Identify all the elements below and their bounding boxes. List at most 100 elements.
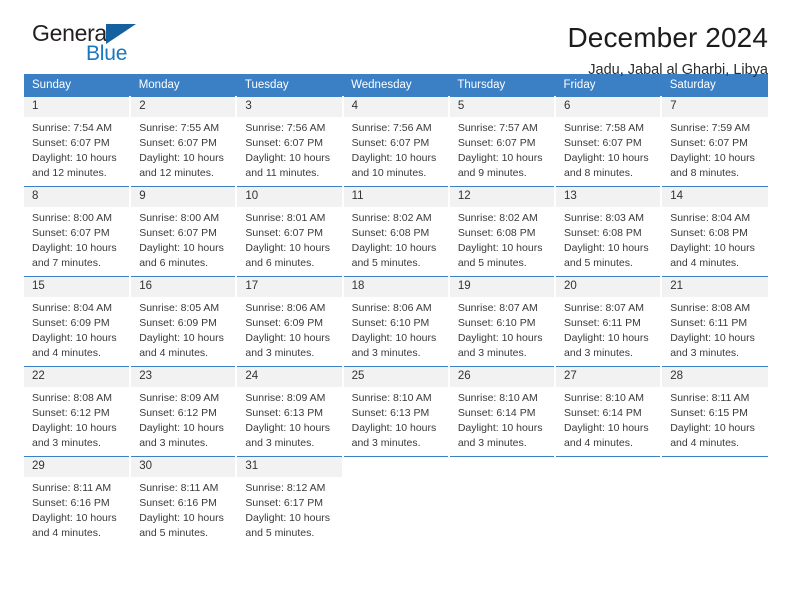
sunset-time: Sunset: 6:07 PM — [351, 136, 430, 149]
general-blue-logo[interactable]: General Blue — [24, 22, 164, 70]
calendar-day-cell[interactable]: 1 Sunrise: 7:54 AM Sunset: 6:07 PM Daylight… — [24, 96, 132, 187]
sunset-time: Sunset: 6:16 PM — [139, 496, 217, 509]
day-details: Sunrise: 7:54 AM Sunset: 6:07 PM Daylight:… — [24, 117, 129, 181]
calendar-day-cell[interactable]: 17 Sunrise: 8:06 AM Sunset: 6:09 PM Dayligh… — [236, 276, 344, 367]
calendar-day-cell[interactable]: 6 Sunrise: 7:58 AM Sunset: 6:07 PM Daylight… — [555, 96, 663, 187]
calendar-day-cell[interactable]: 13 Sunrise: 8:03 AM Sunset: 6:08 PM Dayligh… — [555, 186, 663, 277]
day-number: 3 — [237, 97, 342, 117]
calendar-day-cell[interactable]: 15 Sunrise: 8:04 AM Sunset: 6:09 PM Dayligh… — [24, 276, 132, 367]
calendar-day-cell[interactable]: 16 Sunrise: 8:05 AM Sunset: 6:09 PM Dayligh… — [130, 276, 238, 367]
daylight-duration: Daylight: 10 hours and 3 minutes. — [564, 331, 649, 359]
daylight-duration: Daylight: 10 hours and 5 minutes. — [245, 511, 331, 539]
day-number: 25 — [343, 367, 448, 387]
daylight-duration: Daylight: 10 hours and 3 minutes. — [351, 421, 437, 449]
day-number: 26 — [449, 367, 555, 387]
calendar-day-cell[interactable]: 30 Sunrise: 8:11 AM Sunset: 6:16 PM Dayligh… — [130, 456, 238, 547]
weekday-header-thursday: Thursday — [448, 74, 556, 97]
calendar-day-cell[interactable]: 4 Sunrise: 7:56 AM Sunset: 6:07 PM Daylight… — [342, 96, 450, 187]
day-details: Sunrise: 8:09 AM Sunset: 6:13 PM Daylight:… — [237, 387, 341, 451]
calendar-day-cell[interactable]: 26 Sunrise: 8:10 AM Sunset: 6:14 PM Dayligh… — [448, 366, 557, 457]
calendar-day-cell[interactable]: 8 Sunrise: 8:00 AM Sunset: 6:07 PM Daylight… — [24, 186, 132, 277]
calendar-day-cell[interactable]: 31 Sunrise: 8:12 AM Sunset: 6:17 PM Dayligh… — [236, 456, 344, 547]
page-title: December 2024 — [567, 22, 768, 53]
sunrise-time: Sunrise: 8:01 AM — [245, 211, 326, 224]
sunset-time: Sunset: 6:17 PM — [245, 496, 324, 509]
calendar-day-cell[interactable]: 21 Sunrise: 8:08 AM Sunset: 6:11 PM Dayligh… — [661, 276, 768, 367]
location-subtitle: Jadu, Jabal al Gharbi, Libya — [588, 61, 768, 78]
calendar-day-cell[interactable]: 25 Sunrise: 8:10 AM Sunset: 6:13 PM Dayligh… — [342, 366, 450, 457]
calendar-day-cell[interactable]: 12 Sunrise: 8:02 AM Sunset: 6:08 PM Dayligh… — [448, 186, 557, 277]
sunset-time: Sunset: 6:09 PM — [139, 316, 217, 329]
day-details: Sunrise: 8:10 AM Sunset: 6:14 PM Daylight:… — [556, 387, 660, 451]
sunrise-time: Sunrise: 8:02 AM — [351, 211, 432, 224]
day-details: Sunrise: 7:56 AM Sunset: 6:07 PM Daylight:… — [344, 117, 448, 181]
day-number: 14 — [662, 187, 768, 207]
day-details: Sunrise: 8:10 AM Sunset: 6:14 PM Daylight:… — [450, 387, 554, 451]
day-cell-inner: 29 Sunrise: 8:11 AM Sunset: 6:16 PM Dayligh… — [24, 457, 130, 546]
calendar-day-cell[interactable]: 2 Sunrise: 7:55 AM Sunset: 6:07 PM Daylight… — [130, 96, 238, 187]
calendar-day-cell[interactable]: 22 Sunrise: 8:08 AM Sunset: 6:12 PM Dayligh… — [24, 366, 132, 457]
day-details: Sunrise: 8:04 AM Sunset: 6:09 PM Daylight:… — [24, 297, 129, 361]
day-number: 4 — [343, 97, 448, 117]
day-number: 23 — [131, 367, 236, 387]
calendar-day-cell[interactable]: 27 Sunrise: 8:10 AM Sunset: 6:14 PM Dayligh… — [555, 366, 663, 457]
day-details: Sunrise: 7:59 AM Sunset: 6:07 PM Daylight:… — [662, 117, 767, 181]
calendar-day-cell[interactable]: 14 Sunrise: 8:04 AM Sunset: 6:08 PM Dayligh… — [661, 186, 768, 277]
day-number: 2 — [131, 97, 236, 117]
sunset-time: Sunset: 6:11 PM — [564, 316, 641, 329]
calendar-day-cell[interactable]: 29 Sunrise: 8:11 AM Sunset: 6:16 PM Dayligh… — [24, 456, 132, 547]
title-block: December 2024 Jadu, Jabal al Gharbi, Lib… — [567, 22, 768, 79]
calendar-day-cell[interactable]: 7 Sunrise: 7:59 AM Sunset: 6:07 PM Daylight… — [661, 96, 768, 187]
calendar-day-cell[interactable]: 18 Sunrise: 8:06 AM Sunset: 6:10 PM Dayligh… — [342, 276, 450, 367]
day-number: 19 — [449, 277, 555, 297]
sunrise-sunset-calendar: Sunday Monday Tuesday Wednesday Thursday… — [24, 74, 769, 547]
calendar-day-cell[interactable]: 10 Sunrise: 8:01 AM Sunset: 6:07 PM Dayligh… — [236, 186, 344, 277]
sunset-time: Sunset: 6:13 PM — [351, 406, 430, 419]
day-details: Sunrise: 8:11 AM Sunset: 6:16 PM Daylight:… — [131, 477, 235, 541]
calendar-day-cell[interactable]: 5 Sunrise: 7:57 AM Sunset: 6:07 PM Daylight… — [448, 96, 557, 187]
day-number: 15 — [24, 277, 130, 297]
calendar-day-cell[interactable]: 19 Sunrise: 8:07 AM Sunset: 6:10 PM Dayligh… — [448, 276, 557, 367]
day-number: 12 — [449, 187, 555, 207]
sunset-time: Sunset: 6:07 PM — [245, 226, 324, 239]
sunrise-time: Sunrise: 7:57 AM — [457, 121, 538, 134]
day-cell-inner — [662, 457, 767, 546]
day-cell-inner: 11 Sunrise: 8:02 AM Sunset: 6:08 PM Dayligh… — [343, 187, 448, 276]
day-number: 22 — [24, 367, 130, 387]
day-number: 21 — [662, 277, 768, 297]
calendar-week-row: 8 Sunrise: 8:00 AM Sunset: 6:07 PM Daylight… — [24, 186, 768, 277]
sunrise-time: Sunrise: 8:10 AM — [457, 391, 538, 404]
sunrise-time: Sunrise: 8:02 AM — [457, 211, 538, 224]
sunset-time: Sunset: 6:12 PM — [139, 406, 217, 419]
day-cell-inner: 6 Sunrise: 7:58 AM Sunset: 6:07 PM Daylight… — [556, 97, 661, 186]
day-details: Sunrise: 7:56 AM Sunset: 6:07 PM Daylight:… — [237, 117, 341, 181]
sunset-time: Sunset: 6:08 PM — [351, 226, 430, 239]
day-cell-inner: 27 Sunrise: 8:10 AM Sunset: 6:14 PM Dayligh… — [556, 367, 661, 456]
day-cell-inner — [556, 457, 660, 546]
calendar-day-cell[interactable]: 23 Sunrise: 8:09 AM Sunset: 6:12 PM Dayligh… — [130, 366, 238, 457]
sunset-time: Sunset: 6:07 PM — [457, 136, 536, 149]
day-number: 7 — [662, 97, 768, 117]
calendar-day-cell[interactable]: 11 Sunrise: 8:02 AM Sunset: 6:08 PM Dayligh… — [342, 186, 450, 277]
day-cell-inner: 5 Sunrise: 7:57 AM Sunset: 6:07 PM Daylight… — [449, 97, 555, 186]
day-cell-inner: 17 Sunrise: 8:06 AM Sunset: 6:09 PM Dayligh… — [237, 277, 342, 366]
calendar-day-cell[interactable]: 9 Sunrise: 8:00 AM Sunset: 6:07 PM Daylight… — [130, 186, 238, 277]
day-number: 11 — [343, 187, 448, 207]
sunrise-time: Sunrise: 8:11 AM — [670, 391, 750, 404]
day-number: 24 — [237, 367, 342, 387]
calendar-day-cell[interactable]: 20 Sunrise: 8:07 AM Sunset: 6:11 PM Dayligh… — [555, 276, 663, 367]
calendar-day-cell[interactable]: 28 Sunrise: 8:11 AM Sunset: 6:15 PM Dayligh… — [661, 366, 768, 457]
daylight-duration: Daylight: 10 hours and 4 minutes. — [139, 331, 224, 359]
sunset-time: Sunset: 6:14 PM — [564, 406, 642, 419]
day-details: Sunrise: 8:02 AM Sunset: 6:08 PM Daylight:… — [450, 207, 554, 271]
day-cell-inner: 14 Sunrise: 8:04 AM Sunset: 6:08 PM Dayligh… — [662, 187, 768, 276]
sunset-time: Sunset: 6:07 PM — [670, 136, 748, 149]
calendar-day-cell[interactable]: 3 Sunrise: 7:56 AM Sunset: 6:07 PM Daylight… — [236, 96, 344, 187]
day-cell-inner: 10 Sunrise: 8:01 AM Sunset: 6:07 PM Dayligh… — [237, 187, 342, 276]
day-cell-inner: 18 Sunrise: 8:06 AM Sunset: 6:10 PM Dayligh… — [343, 277, 448, 366]
sunset-time: Sunset: 6:07 PM — [245, 136, 324, 149]
daylight-duration: Daylight: 10 hours and 5 minutes. — [351, 241, 437, 269]
sunrise-time: Sunrise: 8:08 AM — [32, 391, 112, 404]
day-number: 16 — [131, 277, 236, 297]
calendar-day-cell[interactable]: 24 Sunrise: 8:09 AM Sunset: 6:13 PM Dayligh… — [236, 366, 344, 457]
